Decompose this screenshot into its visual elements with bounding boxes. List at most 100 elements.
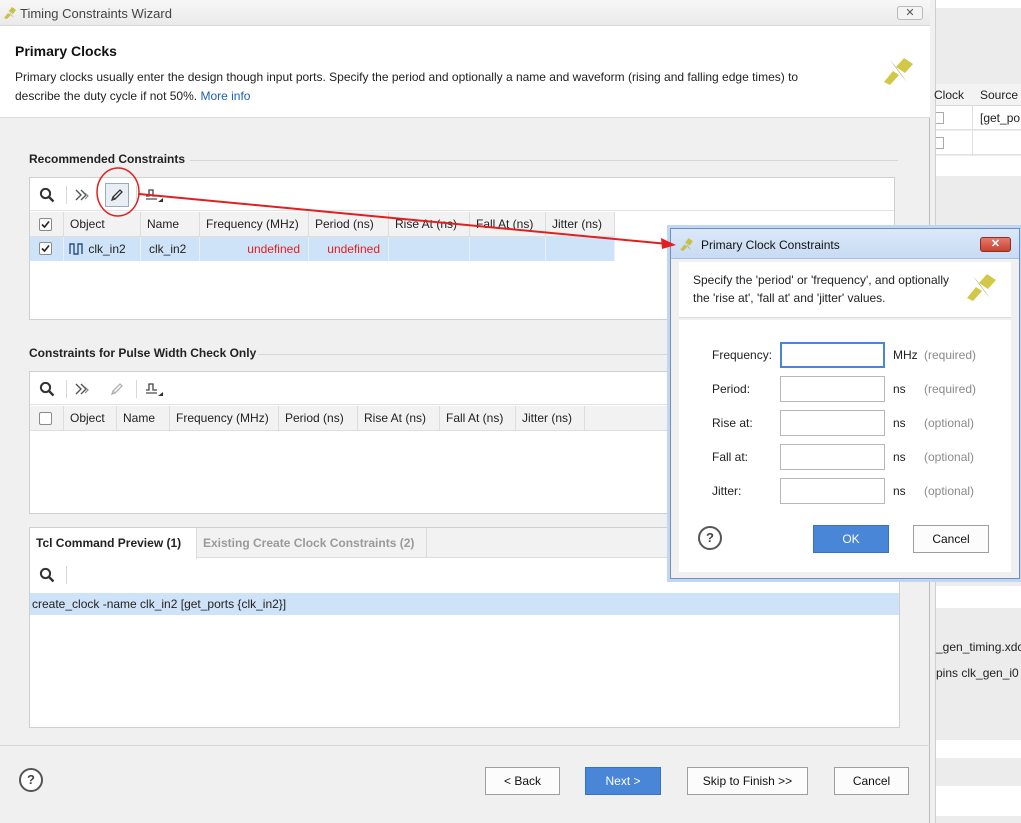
close-button[interactable]: ✕: [897, 6, 923, 20]
frequency-cell[interactable]: undefined: [200, 237, 309, 261]
waveform-menu-icon: [146, 383, 163, 396]
column-header-period[interactable]: Period (ns): [279, 406, 358, 431]
waveform-menu-icon: [146, 189, 163, 202]
select-objects-button[interactable]: [70, 377, 94, 401]
jitter-note: (optional): [924, 484, 975, 498]
fall-at-unit: ns: [893, 450, 906, 464]
primary-clock-constraints-dialog: Primary Clock Constraints ✕ Specify the …: [670, 228, 1020, 579]
edit-constraint-button[interactable]: [105, 377, 129, 401]
background-file-text: _gen_timing.xdc: [936, 640, 1021, 654]
clock-port-icon: [69, 243, 83, 255]
next-button[interactable]: Next >: [585, 767, 661, 795]
jitter-input[interactable]: [780, 478, 885, 504]
rise-at-unit: ns: [893, 416, 906, 430]
background-pins-text: pins clk_gen_i0: [936, 666, 1019, 680]
tcl-command-line[interactable]: create_clock -name clk_in2 [get_ports {c…: [30, 593, 899, 615]
background-table-header: Clock Source: [934, 84, 1021, 106]
back-button[interactable]: < Back: [485, 767, 560, 795]
background-header-source: Source: [980, 88, 1019, 102]
skip-to-finish-button[interactable]: Skip to Finish >>: [687, 767, 808, 795]
column-header-object[interactable]: Object: [64, 406, 117, 431]
rise-at-label: Rise at:: [712, 416, 753, 430]
cancel-button[interactable]: Cancel: [834, 767, 909, 795]
edit-constraint-button[interactable]: [105, 183, 129, 207]
column-header-fall-at[interactable]: Fall At (ns): [470, 212, 546, 237]
toolbar-separator: [66, 566, 67, 584]
period-input[interactable]: [780, 376, 885, 402]
search-icon: [39, 567, 55, 583]
search-button[interactable]: [35, 377, 59, 401]
more-info-link[interactable]: More info: [200, 89, 250, 103]
select-all-checkbox[interactable]: [39, 218, 52, 231]
column-header-frequency[interactable]: Frequency (MHz): [200, 212, 309, 237]
header-select-all[interactable]: [30, 406, 64, 431]
column-header-object[interactable]: Object: [64, 212, 141, 237]
object-value: clk_in2: [88, 242, 126, 256]
xilinx-logo-icon: [967, 274, 996, 301]
search-button[interactable]: [35, 563, 59, 587]
column-header-period[interactable]: Period (ns): [309, 212, 389, 237]
jitter-label: Jitter:: [712, 484, 742, 498]
period-note: (required): [924, 382, 977, 396]
help-button[interactable]: ?: [19, 768, 43, 792]
ok-button[interactable]: OK: [813, 525, 889, 553]
row-checkbox[interactable]: [39, 242, 52, 255]
pulse-width-table-header: Object Name Frequency (MHz) Period (ns) …: [30, 406, 670, 431]
background-row-checkbox[interactable]: [936, 112, 944, 124]
frequency-input[interactable]: [780, 342, 885, 368]
recommended-constraints-label: Recommended Constraints: [29, 152, 186, 166]
background-row-checkbox[interactable]: [936, 137, 944, 149]
rise-at-cell[interactable]: [389, 237, 470, 261]
dialog-close-button[interactable]: ✕: [980, 237, 1011, 252]
search-icon: [39, 381, 55, 397]
background-table-row[interactable]: [get_po: [936, 106, 1021, 130]
toolbar-separator: [66, 380, 67, 398]
fall-at-cell[interactable]: [470, 237, 546, 261]
column-header-rise-at[interactable]: Rise At (ns): [389, 212, 470, 237]
background-column-divider: [972, 106, 973, 156]
rise-at-input[interactable]: [780, 410, 885, 436]
dialog-cancel-button[interactable]: Cancel: [913, 525, 989, 553]
column-header-name[interactable]: Name: [141, 212, 200, 237]
dialog-title: Primary Clock Constraints: [701, 238, 840, 252]
fall-at-input[interactable]: [780, 444, 885, 470]
dialog-header: Specify the 'period' or 'frequency', and…: [679, 262, 1011, 318]
select-arrows-icon: [75, 383, 89, 395]
background-table-row[interactable]: [936, 131, 1021, 155]
background-strip: [936, 586, 1021, 608]
add-waveform-button[interactable]: [142, 377, 166, 401]
search-button[interactable]: [35, 183, 59, 207]
wizard-title: Timing Constraints Wizard: [20, 6, 172, 21]
dialog-help-button[interactable]: ?: [698, 526, 722, 550]
xilinx-logo-icon: [884, 58, 913, 85]
period-cell[interactable]: undefined: [309, 237, 389, 261]
background-row-source: [get_po: [980, 111, 1021, 125]
select-objects-button[interactable]: [70, 183, 94, 207]
column-header-rise-at[interactable]: Rise At (ns): [358, 406, 440, 431]
name-cell[interactable]: clk_in2: [141, 237, 200, 261]
period-unit: ns: [893, 382, 906, 396]
column-header-jitter[interactable]: Jitter (ns): [546, 212, 615, 237]
column-header-frequency[interactable]: Frequency (MHz): [170, 406, 279, 431]
wizard-header: Primary Clocks Primary clocks usually en…: [0, 26, 930, 118]
dialog-description: Specify the 'period' or 'frequency', and…: [693, 273, 949, 305]
background-strip: [936, 786, 1021, 816]
description-text: Primary clocks usually enter the design …: [15, 70, 799, 103]
toolbar-separator: [136, 380, 137, 398]
add-waveform-button[interactable]: [142, 183, 166, 207]
tab-existing-create-clock[interactable]: Existing Create Clock Constraints (2): [197, 528, 427, 558]
table-row[interactable]: clk_in2 clk_in2 undefined undefined: [30, 237, 615, 261]
jitter-cell[interactable]: [546, 237, 615, 261]
frequency-unit: MHz: [893, 348, 918, 362]
tab-tcl-command-preview[interactable]: Tcl Command Preview (1): [30, 528, 197, 559]
column-header-jitter[interactable]: Jitter (ns): [516, 406, 585, 431]
row-select-cell[interactable]: [30, 237, 64, 261]
column-header-name[interactable]: Name: [117, 406, 170, 431]
column-header-fall-at[interactable]: Fall At (ns): [440, 406, 516, 431]
dialog-form: Frequency: MHz (required) Period: ns (re…: [679, 320, 1011, 572]
toolbar-separator: [136, 186, 137, 204]
select-all-checkbox[interactable]: [39, 412, 52, 425]
pencil-icon: [110, 383, 123, 396]
dialog-titlebar: Primary Clock Constraints ✕: [671, 229, 1019, 259]
header-select-all[interactable]: [30, 212, 64, 237]
